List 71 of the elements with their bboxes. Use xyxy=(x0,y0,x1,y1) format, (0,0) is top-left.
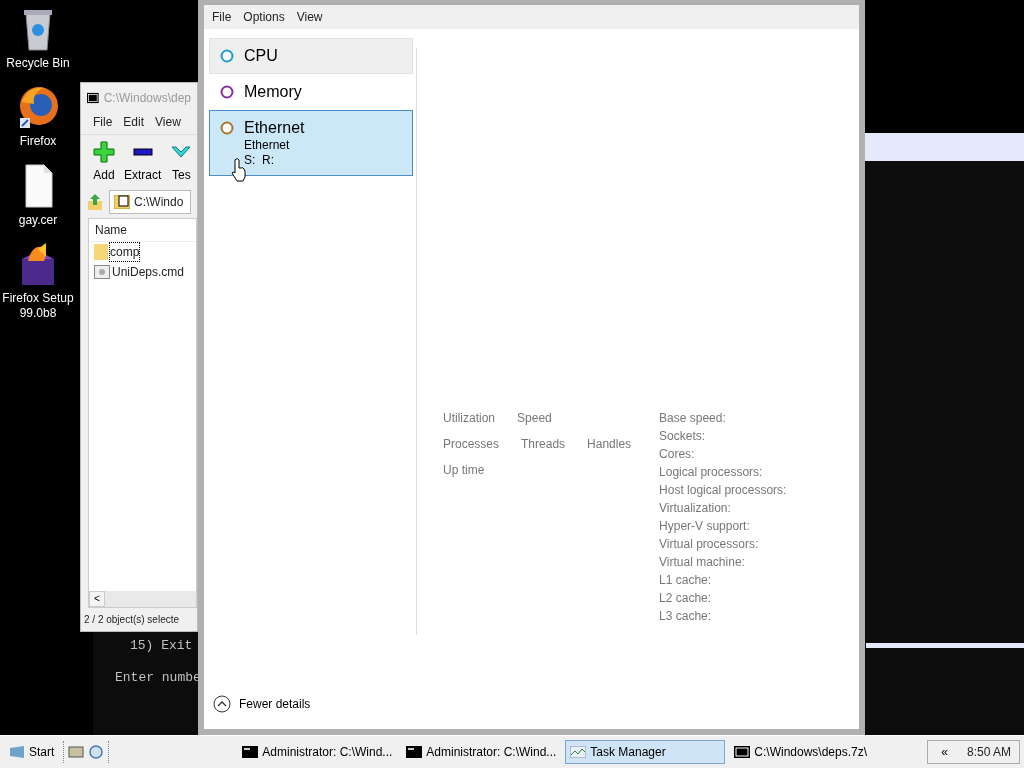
console-icon xyxy=(242,746,259,758)
stat-label: Threads xyxy=(521,436,566,453)
menu-item[interactable]: View xyxy=(296,8,323,26)
spec-label: Virtual processors: xyxy=(659,536,760,553)
spec-label: Logical processors: xyxy=(659,464,764,481)
resource-detail: S: R: xyxy=(244,153,275,168)
spec-label: Sockets: xyxy=(659,428,707,445)
scrollbar[interactable]: < xyxy=(89,591,196,607)
resource-item[interactable]: Memory xyxy=(209,74,413,110)
spec-label: L3 cache: xyxy=(659,608,713,625)
resource-subtitle: Ethernet xyxy=(244,138,291,153)
stat-label: Processes xyxy=(443,436,500,453)
resource-name: Ethernet xyxy=(244,118,305,138)
taskbar-button[interactable]: Administrator: C:\Wind... xyxy=(401,740,562,764)
start-icon xyxy=(9,745,25,759)
stat-label: Up time xyxy=(443,462,486,479)
icon-label[interactable]: Firefox Setup 99.0b8 xyxy=(0,291,76,320)
explorer-icon[interactable] xyxy=(88,744,105,760)
desktop-icon[interactable] xyxy=(68,745,85,759)
taskbar-button[interactable]: Task Manager xyxy=(565,740,726,764)
status-text: 2 / 2 object(s) selecte xyxy=(83,613,181,627)
console-text: 15) Exit xyxy=(129,637,194,655)
app-icon xyxy=(87,91,99,105)
tray-toggle-button[interactable]: « xyxy=(936,740,953,764)
icon-label[interactable]: Recycle Bin xyxy=(6,56,70,71)
column-header[interactable]: Name xyxy=(89,219,196,242)
extract-button[interactable]: Extract xyxy=(124,141,162,184)
address-field[interactable]: C:\Windo xyxy=(109,190,191,214)
folder-up-icon[interactable] xyxy=(87,193,103,211)
menu-item[interactable]: View xyxy=(155,113,181,131)
chevron-up-icon xyxy=(213,695,231,713)
folder-icon xyxy=(114,195,130,209)
fewer-details-button[interactable]: Fewer details xyxy=(204,695,859,729)
scroll-left-button[interactable]: < xyxy=(89,591,105,607)
archive-icon xyxy=(734,746,751,758)
file-name[interactable]: comp xyxy=(110,243,140,261)
resource-item[interactable]: Ethernet Ethernet S: R: xyxy=(209,110,413,176)
taskbar-button[interactable]: Administrator: C:\Wind... xyxy=(237,740,398,764)
menu-item[interactable]: Edit xyxy=(123,113,145,131)
spec-label: Base speed: xyxy=(659,410,727,427)
add-button[interactable]: Add xyxy=(93,141,115,184)
spec-label: L2 cache: xyxy=(659,590,713,607)
spec-label: Hyper-V support: xyxy=(659,518,751,535)
taskbar-button[interactable]: C:\Windows\deps.7z\ xyxy=(729,740,890,764)
menu-item[interactable]: Options xyxy=(243,8,285,26)
resource-name: Memory xyxy=(244,82,302,102)
spec-label: Virtual machine: xyxy=(659,554,746,571)
plus-icon xyxy=(93,141,115,163)
spec-label: Virtualization: xyxy=(659,500,732,517)
resource-item[interactable]: CPU xyxy=(209,38,413,74)
stat-label: Utilization xyxy=(443,410,496,427)
window-title: C:\Windows\dep xyxy=(103,90,191,107)
resource-name: CPU xyxy=(244,46,278,66)
spec-label: Host logical processors: xyxy=(659,482,787,499)
icon-label[interactable]: gay.cer xyxy=(18,212,58,228)
test-button[interactable]: Tes xyxy=(170,141,193,184)
icon-label[interactable]: Firefox xyxy=(19,134,57,149)
spec-label: Cores: xyxy=(659,446,696,463)
hand-cursor-icon xyxy=(231,158,247,182)
stat-label: Speed xyxy=(517,410,553,427)
file-icon xyxy=(94,265,110,279)
spec-label: L1 cache: xyxy=(659,572,713,589)
chart-icon xyxy=(570,746,587,758)
stat-label: Handles xyxy=(587,436,633,453)
folder-icon xyxy=(94,244,108,260)
console-icon xyxy=(406,746,423,758)
clock: 8:50 AM xyxy=(966,744,1011,761)
start-button[interactable]: Start xyxy=(4,740,60,764)
menu-item[interactable]: File xyxy=(93,113,113,131)
file-name[interactable]: UniDeps.cmd xyxy=(112,263,185,281)
menu-item[interactable]: File xyxy=(212,8,232,26)
